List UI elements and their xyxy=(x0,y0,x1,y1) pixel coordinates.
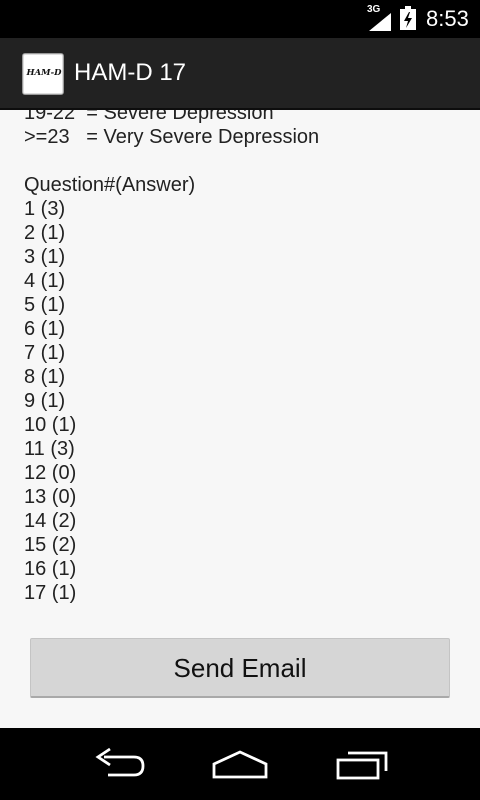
answer-line: 16 (1) xyxy=(24,558,77,580)
answer-line: 17 (1) xyxy=(24,582,77,604)
battery-icon xyxy=(400,6,416,30)
answer-line: 5 (1) xyxy=(24,294,66,316)
answers-header: Question#(Answer) xyxy=(24,174,196,196)
back-icon[interactable] xyxy=(90,746,150,782)
results-content[interactable]: 19-22 = Severe Depression >=23 = Very Se… xyxy=(0,110,480,728)
answer-line: 11 (3) xyxy=(24,438,75,460)
answer-line: 2 (1) xyxy=(24,222,66,244)
answer-line: 6 (1) xyxy=(24,318,66,340)
send-email-button[interactable]: Send Email xyxy=(30,638,450,698)
severity-line: >=23 = Very Severe Depression xyxy=(24,126,320,148)
app-logo[interactable]: HAM-D xyxy=(22,53,64,95)
clock: 8:53 xyxy=(426,6,469,31)
answer-line: 13 (0) xyxy=(24,486,77,508)
answer-line: 4 (1) xyxy=(24,270,66,292)
answer-line: 8 (1) xyxy=(24,366,66,388)
answer-line: 15 (2) xyxy=(24,534,77,556)
app-logo-text: HAM-D xyxy=(26,68,62,78)
answer-line: 3 (1) xyxy=(24,246,66,268)
answer-line: 10 (1) xyxy=(24,414,77,436)
answer-line: 14 (2) xyxy=(24,510,77,532)
recent-apps-icon[interactable] xyxy=(332,746,392,782)
signal-icon xyxy=(369,13,391,31)
answer-line: 1 (3) xyxy=(24,198,66,220)
answer-line: 9 (1) xyxy=(24,390,66,412)
results-text: 19-22 = Severe Depression >=23 = Very Se… xyxy=(24,110,464,605)
app-title: HAM-D 17 xyxy=(74,59,187,86)
home-icon[interactable] xyxy=(210,746,270,782)
answer-line: 12 (0) xyxy=(24,462,77,484)
status-bar: 3G 8:53 xyxy=(0,0,480,38)
action-bar: HAM-D HAM-D 17 xyxy=(0,38,480,110)
severity-line: 19-22 = Severe Depression xyxy=(24,110,274,124)
answer-line: 7 (1) xyxy=(24,342,66,364)
navigation-bar xyxy=(0,728,480,800)
